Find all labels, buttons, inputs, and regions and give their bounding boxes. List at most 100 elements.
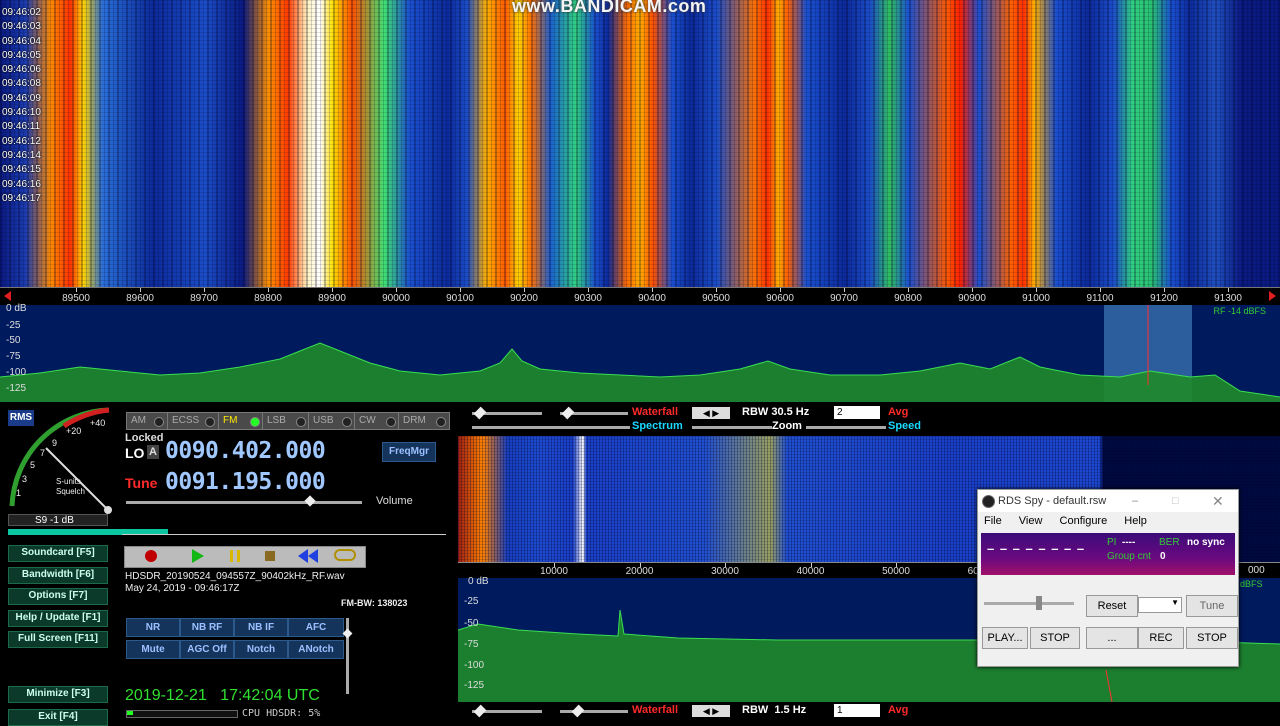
rds-title-bar[interactable]: RDS Spy - default.rsw – □ ✕ xyxy=(978,490,1238,512)
rf-waterfall[interactable]: 09:46:02 09:46:03 09:46:04 09:46:05 09:4… xyxy=(0,0,1280,287)
soundcard-button[interactable]: Soundcard [F5] xyxy=(8,545,108,562)
slider-knob[interactable] xyxy=(561,406,575,420)
slider-knob[interactable] xyxy=(473,704,487,718)
nr-button[interactable]: NR xyxy=(126,618,180,637)
af-brightness-slider[interactable] xyxy=(560,710,628,713)
rbw-stepper[interactable]: ◀ ▶ xyxy=(692,407,730,419)
mode-am-button[interactable]: AM xyxy=(126,412,168,430)
help-update-button[interactable]: Help / Update [F1] xyxy=(8,610,108,627)
mode-lsb-button[interactable]: LSB xyxy=(262,412,310,430)
tune-button[interactable]: Tune xyxy=(1186,595,1238,617)
rds-spy-window[interactable]: RDS Spy - default.rsw – □ ✕ File View Co… xyxy=(977,489,1239,667)
rds-slider[interactable] xyxy=(984,602,1074,605)
timestamp: 09:46:17 xyxy=(2,192,41,204)
tune-frequency[interactable]: 0091.195.000 xyxy=(165,469,326,495)
mode-usb-button[interactable]: USB xyxy=(308,412,356,430)
ruler-label: 90800 xyxy=(894,293,922,304)
reset-button[interactable]: Reset xyxy=(1086,595,1138,617)
af-ruler-label: 20000 xyxy=(625,566,654,577)
stop-icon[interactable] xyxy=(265,551,275,561)
scroll-right-icon[interactable] xyxy=(1269,291,1276,301)
menu-help[interactable]: Help xyxy=(1124,515,1147,527)
rec-stop-button[interactable]: STOP xyxy=(1186,627,1238,649)
timestamp: 09:46:10 xyxy=(2,107,41,119)
mode-label: CW xyxy=(359,415,376,426)
slider-knob[interactable] xyxy=(473,406,487,420)
rds-menu-bar: File View Configure Help xyxy=(978,512,1238,530)
af-ruler-label: 50000 xyxy=(882,566,910,577)
rewind-icon[interactable] xyxy=(298,549,308,563)
stop-button[interactable]: STOP xyxy=(1030,627,1080,649)
rds-source-select[interactable]: ▼ xyxy=(1138,597,1182,613)
spectrum-control-row: Spectrum Zoom Speed xyxy=(460,420,1280,434)
record-icon[interactable] xyxy=(145,550,157,562)
frequency-ruler[interactable]: 89500 89600 89700 89800 89900 90000 90100 90200… xyxy=(0,287,1280,306)
slider-knob[interactable] xyxy=(571,704,585,718)
bandwidth-button[interactable]: Bandwidth [F6] xyxy=(8,567,108,584)
menu-file[interactable]: File xyxy=(984,515,1002,527)
rds-title: RDS Spy - default.rsw xyxy=(998,495,1107,507)
pause-icon[interactable] xyxy=(230,550,240,562)
waterfall-scanlines xyxy=(0,0,1280,287)
af-avg-label: Avg xyxy=(888,704,909,716)
browse-button[interactable]: ... xyxy=(1086,627,1138,649)
spectrum-slider[interactable] xyxy=(472,426,630,429)
mode-ecss-button[interactable]: ECSS xyxy=(167,412,219,430)
squelch-knob[interactable] xyxy=(342,628,353,639)
ruler-label: 90200 xyxy=(510,293,538,304)
af-avg-select[interactable]: 1 xyxy=(834,704,880,717)
af-ruler-label: 30000 xyxy=(711,566,739,577)
volume-knob[interactable] xyxy=(304,495,316,507)
ruler-label: 90300 xyxy=(574,293,602,304)
nb-if-button[interactable]: NB IF xyxy=(234,618,288,637)
fm-bandwidth: FM-BW: 138023 xyxy=(341,598,408,608)
volume-slider[interactable] xyxy=(126,501,362,504)
scroll-left-icon[interactable] xyxy=(4,291,11,301)
mute-button[interactable]: Mute xyxy=(126,640,180,659)
ruler-tick xyxy=(780,288,781,292)
rf-spectrum[interactable]: 0 dB -25 -50 -75 -100 -125 RF -14 dBFS xyxy=(0,303,1280,402)
ruler-label: 90500 xyxy=(702,293,730,304)
play-icon[interactable] xyxy=(192,549,204,563)
agc-button[interactable]: AGC Off xyxy=(180,640,234,659)
ruler-tick xyxy=(844,288,845,292)
lo-a-button[interactable]: A xyxy=(147,445,159,459)
af-avg-value: 1 xyxy=(837,705,843,716)
full-screen-button[interactable]: Full Screen [F11] xyxy=(8,631,108,648)
options-button[interactable]: Options [F7] xyxy=(8,588,108,605)
af-ruler-label: 40000 xyxy=(796,566,825,577)
lo-frequency[interactable]: 0090.402.000 xyxy=(165,438,326,464)
afc-button[interactable]: AFC xyxy=(288,618,344,637)
avg-select[interactable]: 2 xyxy=(834,406,880,419)
smeter-mark: +20 xyxy=(66,426,82,436)
utc-clock: 2019-12-21 17:42:04 UTC xyxy=(125,687,320,704)
play-button[interactable]: PLAY... xyxy=(982,627,1028,649)
pi-value: ---- xyxy=(1122,537,1136,548)
timestamp: 09:46:05 xyxy=(2,49,41,61)
minimize-button[interactable]: Minimize [F3] xyxy=(8,686,108,703)
minimize-icon[interactable]: – xyxy=(1132,490,1138,512)
rec-button[interactable]: REC xyxy=(1138,627,1184,649)
speed-slider[interactable] xyxy=(806,426,886,429)
mode-indicator xyxy=(205,417,215,427)
ruler-label: 89600 xyxy=(126,293,154,304)
group-count-value: 0 xyxy=(1160,551,1166,562)
mode-cw-button[interactable]: CW xyxy=(354,412,400,430)
af-db-label: -50 xyxy=(464,618,479,629)
nb-rf-button[interactable]: NB RF xyxy=(180,618,234,637)
close-icon[interactable]: ✕ xyxy=(1212,490,1224,512)
af-rbw-stepper[interactable]: ◀ ▶ xyxy=(692,705,730,717)
mode-drm-button[interactable]: DRM xyxy=(398,412,450,430)
loop-icon[interactable] xyxy=(334,549,356,561)
freqmgr-button[interactable]: FreqMgr xyxy=(382,442,436,462)
exit-button[interactable]: Exit [F4] xyxy=(8,709,108,726)
mode-fm-button[interactable]: FM xyxy=(218,412,264,430)
zoom-slider[interactable] xyxy=(692,426,772,429)
ruler-label: 91200 xyxy=(1150,293,1178,304)
anotch-button[interactable]: ANotch xyxy=(288,640,344,659)
maximize-icon[interactable]: □ xyxy=(1172,490,1179,512)
rds-slider-knob[interactable] xyxy=(1036,596,1042,610)
menu-view[interactable]: View xyxy=(1019,515,1043,527)
menu-configure[interactable]: Configure xyxy=(1060,515,1108,527)
notch-button[interactable]: Notch xyxy=(234,640,288,659)
